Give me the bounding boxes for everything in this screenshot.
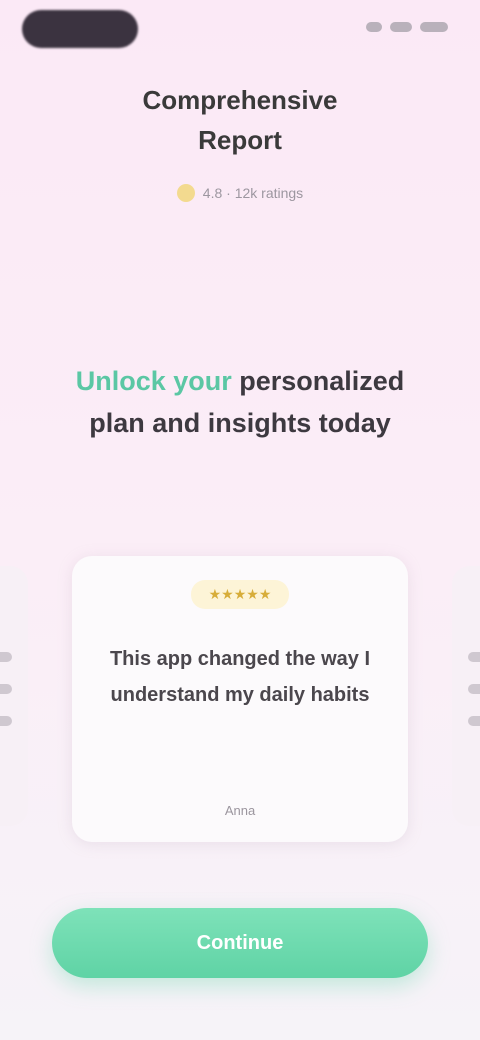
previous-card[interactable] [0,566,28,826]
rating-badge: ★★★★★ [190,580,290,609]
battery-icon [420,22,448,32]
next-card[interactable] [452,566,480,826]
header: Comprehensive Report 4.8 · 12k ratings [0,80,480,207]
card-text-line [0,684,12,694]
star-icon [176,184,195,202]
continue-button[interactable]: Continue [52,908,428,978]
rating-row: 4.8 · 12k ratings [176,184,304,202]
page-title: Comprehensive Report [142,85,338,155]
dynamic-island [22,10,138,48]
signal-icon [366,22,382,32]
wifi-icon [390,22,412,32]
testimonial-text: This app changed the way I understand my… [109,648,371,706]
testimonial-carousel[interactable]: ★★★★★ This app changed the way I underst… [0,556,480,842]
card-text-line [468,684,480,694]
hero-text: Unlock your personalized plan and insigh… [70,360,410,444]
status-bar [0,0,480,70]
card-text-line [0,652,12,662]
card-text-line [468,716,480,726]
testimonial-author: Anna [224,803,256,818]
status-icons [366,22,448,32]
rating-text: 4.8 · 12k ratings [202,185,304,201]
card-text-line [468,652,480,662]
hero-accent: Unlock your [75,366,232,396]
card-text-line [0,716,12,726]
testimonial-card[interactable]: ★★★★★ This app changed the way I underst… [72,556,408,842]
